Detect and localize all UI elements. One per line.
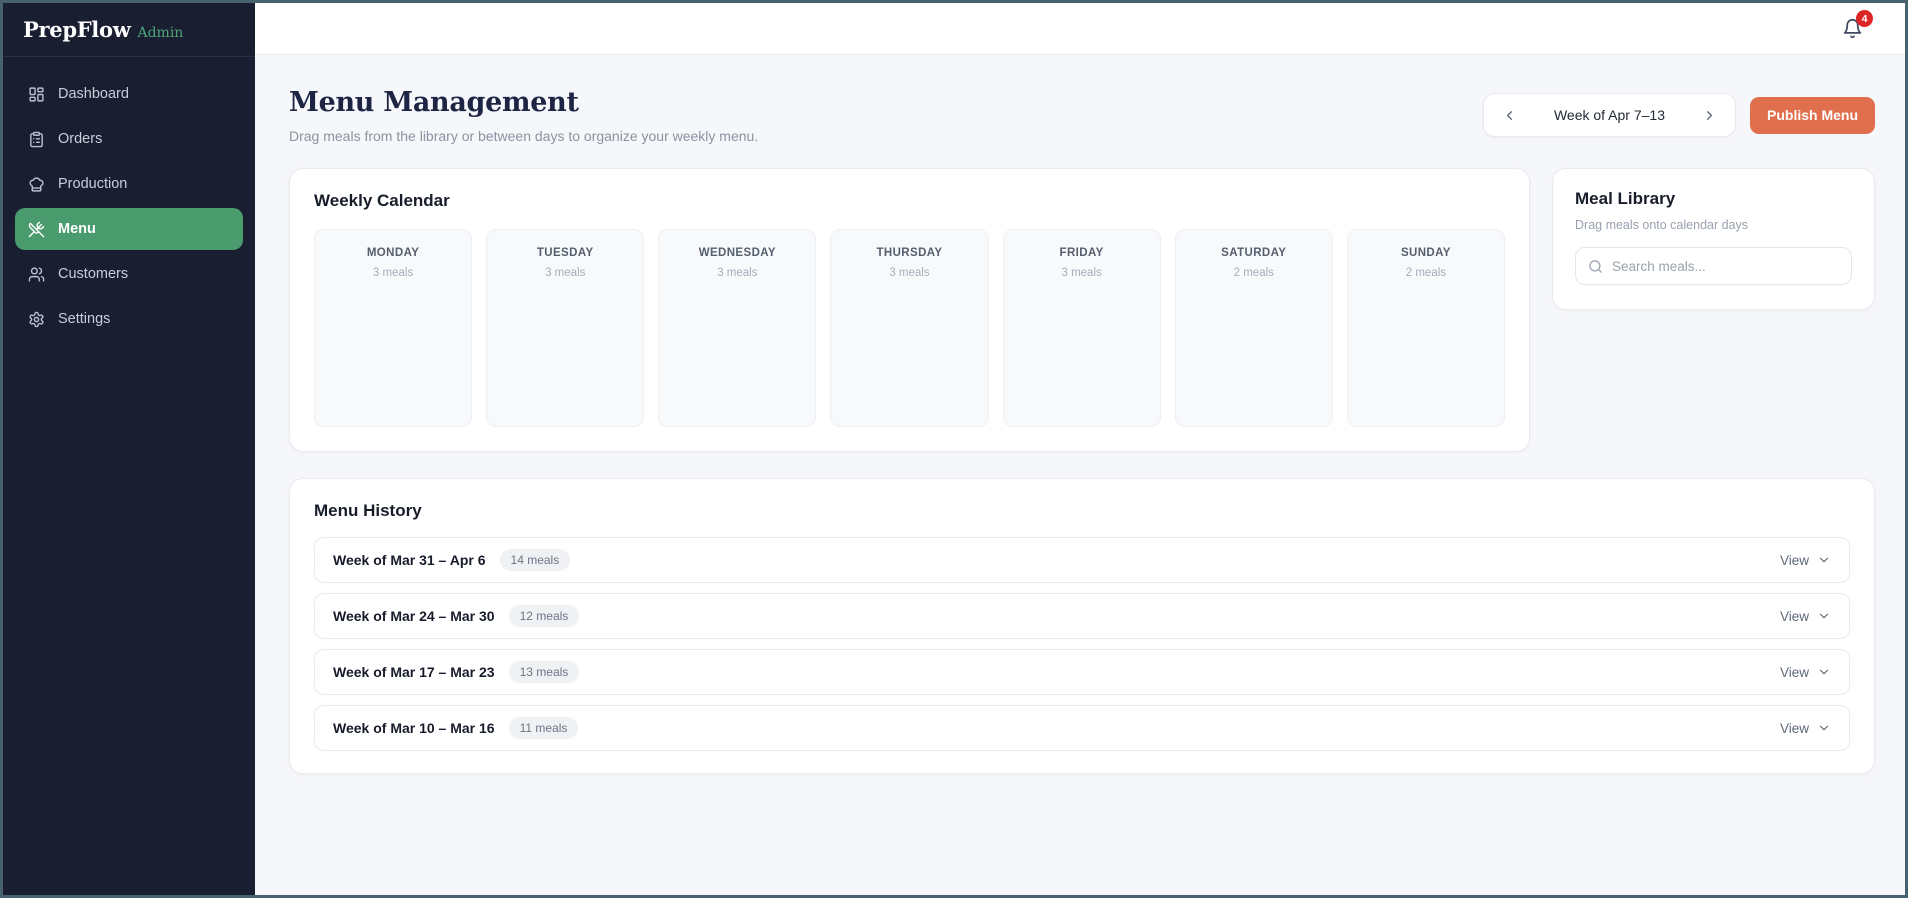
meal-search bbox=[1575, 247, 1852, 285]
search-meals-input[interactable] bbox=[1612, 258, 1839, 274]
view-button[interactable]: View bbox=[1780, 721, 1831, 736]
sidebar-item-label: Menu bbox=[58, 221, 96, 237]
history-week-label: Week of Mar 17 – Mar 23 bbox=[333, 664, 495, 680]
menu-history-card: Menu History Week of Mar 31 – Apr 6 14 m… bbox=[289, 478, 1875, 774]
header-controls: Week of Apr 7–13 Publish Menu bbox=[1482, 93, 1875, 137]
sidebar-item-label: Dashboard bbox=[58, 86, 129, 102]
chevron-down-icon bbox=[1817, 553, 1831, 567]
day-name: WEDNESDAY bbox=[698, 247, 776, 259]
chevron-down-icon bbox=[1817, 721, 1831, 735]
day-meal-count: 3 meals bbox=[372, 267, 414, 279]
page-title: Menu Management bbox=[289, 87, 579, 118]
day-meal-count: 3 meals bbox=[1061, 267, 1102, 279]
day-column-thursday[interactable]: THURSDAY 3 meals bbox=[830, 229, 989, 427]
chevron-down-icon bbox=[1817, 665, 1831, 679]
day-meal-count: 2 meals bbox=[1405, 267, 1447, 279]
sidebar: PrepFlow Admin Dashboard Orders Producti… bbox=[3, 3, 255, 895]
sidebar-item-dashboard[interactable]: Dashboard bbox=[15, 73, 243, 115]
day-name: FRIDAY bbox=[1059, 247, 1104, 259]
view-button-label: View bbox=[1779, 608, 1809, 624]
view-button[interactable]: View bbox=[1780, 665, 1831, 680]
day-meal-count: 3 meals bbox=[889, 267, 930, 279]
sidebar-item-label: Orders bbox=[58, 131, 103, 147]
content-row: Weekly Calendar MONDAY 3 meals TUESDAY 3… bbox=[289, 168, 1875, 452]
week-selector: Week of Apr 7–13 bbox=[1482, 93, 1736, 137]
page-header-text: Menu Management Drag meals from the libr… bbox=[289, 87, 758, 144]
history-week-label: Week of Mar 10 – Mar 16 bbox=[333, 720, 495, 736]
weekly-calendar-card: Weekly Calendar MONDAY 3 meals TUESDAY 3… bbox=[289, 168, 1530, 452]
day-name: SATURDAY bbox=[1221, 247, 1287, 259]
menu-history-title: Menu History bbox=[314, 501, 422, 520]
previous-week-button[interactable] bbox=[1496, 101, 1524, 129]
sidebar-item-orders[interactable]: Orders bbox=[15, 118, 243, 160]
page-subtitle: Drag meals from the library or between d… bbox=[289, 128, 759, 144]
sidebar-nav: Dashboard Orders Production Menu Custome bbox=[3, 57, 255, 359]
page-header: Menu Management Drag meals from the libr… bbox=[289, 87, 1875, 144]
day-name: SUNDAY bbox=[1400, 247, 1451, 259]
day-column-sunday[interactable]: SUNDAY 2 meals bbox=[1346, 229, 1505, 427]
view-button-label: View bbox=[1779, 720, 1809, 736]
search-icon bbox=[1588, 259, 1603, 274]
sidebar-item-settings[interactable]: Settings bbox=[15, 298, 243, 340]
day-column-friday[interactable]: FRIDAY 3 meals bbox=[1002, 229, 1161, 427]
app-logo-suffix: Admin bbox=[137, 25, 184, 41]
history-week-label: Week of Mar 24 – Mar 30 bbox=[333, 608, 495, 624]
app-logo: PrepFlow Admin bbox=[3, 3, 255, 57]
clipboard-icon bbox=[28, 131, 45, 148]
sidebar-item-production[interactable]: Production bbox=[15, 163, 243, 205]
view-button[interactable]: View bbox=[1780, 553, 1831, 568]
meal-count-badge: 13 meals bbox=[508, 661, 580, 683]
day-column-monday[interactable]: MONDAY 3 meals bbox=[314, 229, 473, 427]
notifications-button[interactable]: 4 bbox=[1842, 10, 1873, 39]
day-name: THURSDAY bbox=[876, 247, 943, 259]
history-row[interactable]: Week of Mar 31 – Apr 6 14 meals View bbox=[314, 537, 1850, 583]
meal-count-badge: 12 meals bbox=[508, 605, 580, 627]
history-row[interactable]: Week of Mar 17 – Mar 23 13 meals View bbox=[314, 649, 1850, 695]
view-button-label: View bbox=[1779, 552, 1809, 568]
view-button-label: View bbox=[1779, 664, 1809, 680]
meal-count-badge: 11 meals bbox=[508, 717, 579, 739]
history-week-label: Week of Mar 31 – Apr 6 bbox=[333, 552, 486, 568]
chef-hat-icon bbox=[28, 176, 45, 193]
main-column: 4 Menu Management Drag meals from the li… bbox=[255, 3, 1905, 895]
day-name: MONDAY bbox=[366, 247, 420, 259]
topbar: 4 bbox=[255, 3, 1905, 55]
meal-library-card: Meal Library Drag meals onto calendar da… bbox=[1552, 168, 1875, 310]
day-meal-count: 3 meals bbox=[717, 267, 758, 279]
view-button[interactable]: View bbox=[1780, 609, 1831, 624]
notification-count-badge: 4 bbox=[1856, 10, 1873, 27]
gear-icon bbox=[28, 311, 45, 328]
chevron-down-icon bbox=[1817, 609, 1831, 623]
weekly-calendar-title: Weekly Calendar bbox=[314, 191, 450, 210]
day-column-saturday[interactable]: SATURDAY 2 meals bbox=[1174, 229, 1333, 427]
day-name: TUESDAY bbox=[536, 247, 594, 259]
next-week-button[interactable] bbox=[1695, 101, 1723, 129]
week-label: Week of Apr 7–13 bbox=[1553, 107, 1665, 123]
utensils-icon bbox=[28, 221, 45, 238]
main-content: Menu Management Drag meals from the libr… bbox=[255, 55, 1905, 895]
day-column-tuesday[interactable]: TUESDAY 3 meals bbox=[486, 229, 645, 427]
meal-library-title: Meal Library bbox=[1575, 189, 1676, 208]
sidebar-item-label: Customers bbox=[58, 266, 129, 282]
sidebar-item-label: Settings bbox=[58, 311, 111, 327]
meal-count-badge: 14 meals bbox=[499, 549, 571, 571]
publish-menu-button[interactable]: Publish Menu bbox=[1750, 96, 1875, 134]
history-row[interactable]: Week of Mar 10 – Mar 16 11 meals View bbox=[314, 705, 1850, 751]
sidebar-item-menu[interactable]: Menu bbox=[15, 208, 243, 250]
day-meal-count: 3 meals bbox=[545, 267, 586, 279]
meal-library-subtitle: Drag meals onto calendar days bbox=[1575, 218, 1749, 232]
dashboard-icon bbox=[28, 86, 45, 103]
history-row[interactable]: Week of Mar 24 – Mar 30 12 meals View bbox=[314, 593, 1850, 639]
day-meal-count: 2 meals bbox=[1233, 267, 1274, 279]
chevron-left-icon bbox=[1502, 108, 1517, 123]
day-column-wednesday[interactable]: WEDNESDAY 3 meals bbox=[658, 229, 817, 427]
sidebar-item-customers[interactable]: Customers bbox=[15, 253, 243, 295]
users-icon bbox=[28, 266, 45, 283]
sidebar-item-label: Production bbox=[58, 176, 128, 192]
chevron-right-icon bbox=[1702, 108, 1717, 123]
app-logo-name: PrepFlow bbox=[23, 17, 131, 42]
days-grid: MONDAY 3 meals TUESDAY 3 meals WEDNESDAY… bbox=[314, 229, 1505, 427]
